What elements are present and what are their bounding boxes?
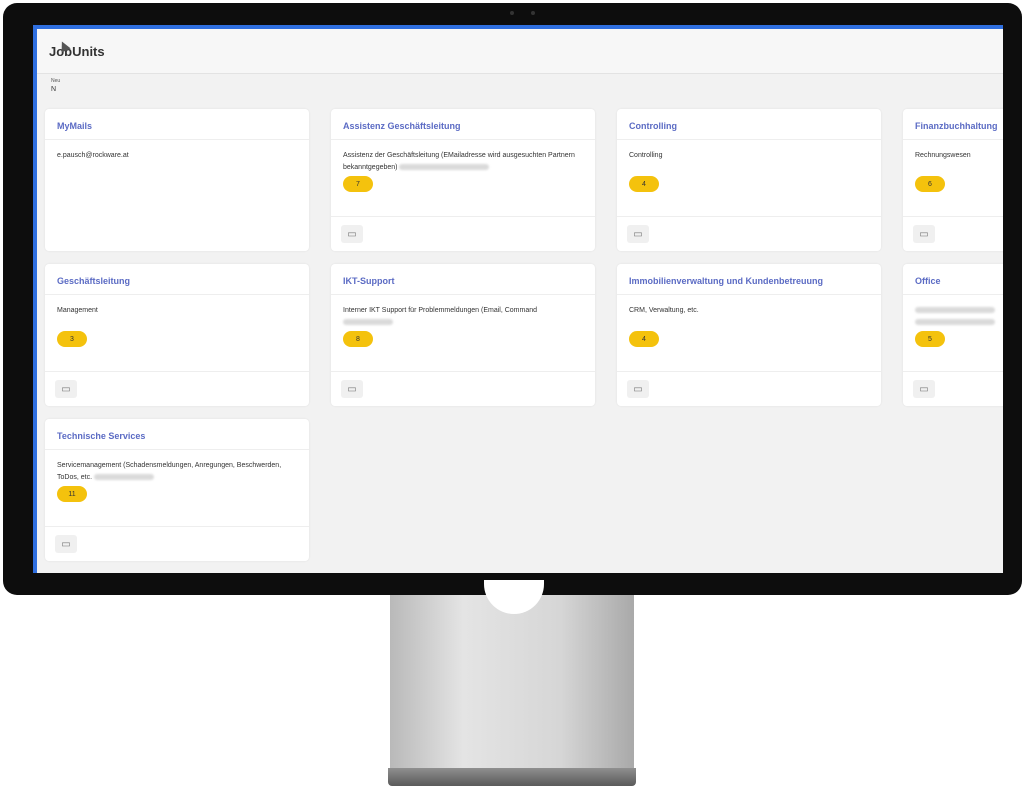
- count-badge[interactable]: 11: [57, 486, 87, 502]
- count-badge[interactable]: 3: [57, 331, 87, 347]
- card-title[interactable]: Assistenz Geschäftsleitung: [331, 109, 595, 140]
- archive-button[interactable]: ▭: [913, 380, 935, 398]
- monitor-stand-base: [388, 768, 636, 786]
- card-description: Management: [57, 307, 98, 314]
- filter-value: N: [51, 86, 57, 93]
- status-filter[interactable]: Neu N: [37, 74, 1003, 102]
- card-footer: ▭: [45, 526, 309, 561]
- archive-button[interactable]: ▭: [627, 225, 649, 243]
- redacted-text: [915, 319, 995, 326]
- card-footer: ▭: [903, 371, 1003, 406]
- archive-icon: ▭: [919, 228, 929, 240]
- redacted-text: [93, 474, 154, 481]
- archive-button[interactable]: ▭: [55, 535, 77, 553]
- card-footer: ▭: [331, 216, 595, 251]
- card-description: e.pausch@rockware.at: [57, 152, 129, 159]
- archive-icon: ▭: [61, 383, 71, 395]
- jobunit-card[interactable]: Geschäftsleitung Management 3 ▭: [45, 264, 309, 406]
- monitor-frame: JobUnits Neu N MyMails e.pausch@rockware…: [3, 3, 1022, 595]
- card-footer: ▭: [903, 216, 1003, 251]
- archive-icon: ▭: [347, 228, 357, 240]
- screen: JobUnits Neu N MyMails e.pausch@rockware…: [33, 25, 1003, 573]
- archive-icon: ▭: [61, 538, 71, 550]
- count-badge[interactable]: 8: [343, 331, 373, 347]
- card-title[interactable]: Technische Services: [45, 419, 309, 450]
- jobunit-card[interactable]: Finanzbuchhaltung Rechnungswesen 6 ▭: [903, 109, 1003, 251]
- card-description: Assistenz der Geschäftsleitung (EMailadr…: [343, 152, 575, 171]
- count-badge[interactable]: 4: [629, 331, 659, 347]
- archive-button[interactable]: ▭: [341, 225, 363, 243]
- count-badge[interactable]: 6: [915, 176, 945, 192]
- card-title[interactable]: Finanzbuchhaltung: [903, 109, 1003, 140]
- card-title[interactable]: Geschäftsleitung: [45, 264, 309, 295]
- archive-button[interactable]: ▭: [341, 380, 363, 398]
- jobunit-card[interactable]: Assistenz Geschäftsleitung Assistenz der…: [331, 109, 595, 251]
- jobunit-card[interactable]: IKT-Support Interner IKT Support für Pro…: [331, 264, 595, 406]
- card-description: Interner IKT Support für Problemmeldunge…: [331, 295, 595, 329]
- card-description: Servicemanagement (Schadensmeldungen, An…: [57, 462, 282, 481]
- camera-dot: [531, 11, 535, 15]
- card-title[interactable]: Controlling: [617, 109, 881, 140]
- camera-dot: [510, 11, 514, 15]
- jobunit-card[interactable]: Office 5 ▭: [903, 264, 1003, 406]
- jobunit-card[interactable]: Immobilienverwaltung und Kundenbetreuung…: [617, 264, 881, 406]
- card-footer: ▭: [331, 371, 595, 406]
- archive-icon: ▭: [633, 228, 643, 240]
- count-badge[interactable]: 5: [915, 331, 945, 347]
- card-title[interactable]: Immobilienverwaltung und Kundenbetreuung: [617, 264, 881, 295]
- redacted-text: [343, 319, 393, 326]
- archive-icon: ▭: [347, 383, 357, 395]
- redacted-text: [399, 164, 490, 171]
- card-description: CRM, Verwaltung, etc.: [629, 307, 699, 314]
- archive-icon: ▭: [633, 383, 643, 395]
- redacted-text: [915, 307, 995, 314]
- card-title[interactable]: Office: [903, 264, 1003, 295]
- archive-button[interactable]: ▭: [627, 380, 649, 398]
- app-header: JobUnits: [37, 29, 1003, 74]
- card-footer: ▭: [45, 371, 309, 406]
- card-title[interactable]: IKT-Support: [331, 264, 595, 295]
- card-description: Rechnungswesen: [915, 152, 971, 159]
- archive-button[interactable]: ▭: [55, 380, 77, 398]
- count-badge[interactable]: 7: [343, 176, 373, 192]
- card-footer: ▭: [617, 216, 881, 251]
- monitor-stand: [390, 595, 634, 770]
- count-badge[interactable]: 4: [629, 176, 659, 192]
- jobunit-card[interactable]: Technische Services Servicemanagement (S…: [45, 419, 309, 561]
- jobunit-card[interactable]: Controlling Controlling 4 ▭: [617, 109, 881, 251]
- card-footer: ▭: [617, 371, 881, 406]
- app-title: JobUnits: [49, 43, 105, 59]
- card-description: [903, 295, 1003, 329]
- jobunit-card[interactable]: MyMails e.pausch@rockware.at: [45, 109, 309, 251]
- archive-button[interactable]: ▭: [913, 225, 935, 243]
- card-description: Controlling: [629, 152, 663, 159]
- archive-icon: ▭: [919, 383, 929, 395]
- filter-label: Neu: [51, 78, 61, 84]
- card-title[interactable]: MyMails: [45, 109, 309, 140]
